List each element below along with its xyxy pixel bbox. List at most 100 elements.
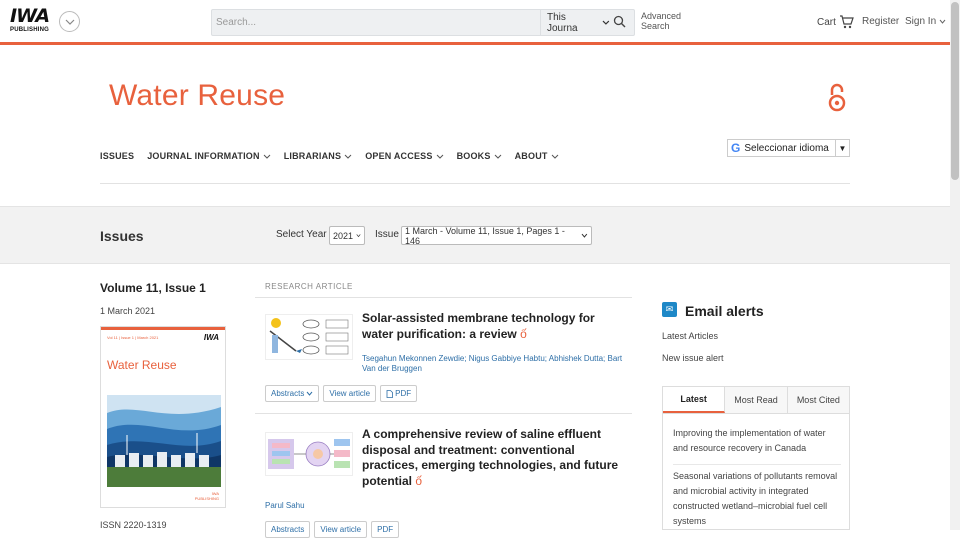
sign-in-label: Sign In (905, 16, 937, 27)
latest-articles-alert-link[interactable]: Latest Articles (662, 331, 718, 341)
issue-label: Issue (375, 229, 399, 240)
cart-label: Cart (817, 16, 836, 28)
language-select[interactable]: G Seleccionar idioma ▼ (727, 139, 850, 157)
dropdown-arrow-icon: ▼ (835, 140, 849, 156)
article-divider (255, 297, 632, 298)
chevron-down-icon (551, 154, 558, 159)
view-article-button[interactable]: View article (323, 385, 377, 402)
search-button[interactable] (613, 15, 628, 30)
chevron-down-icon (306, 391, 313, 396)
nav-item-journal-information[interactable]: JOURNAL INFORMATION (147, 151, 271, 161)
search-bar: This Journa (211, 9, 635, 36)
view-article-label: View article (329, 389, 371, 398)
latest-article-link[interactable]: Improving the implementation of water an… (673, 426, 841, 456)
advanced-search-link[interactable]: Advanced Search (641, 11, 681, 31)
issue-select[interactable]: 1 March - Volume 11, Issue 1, Pages 1 - … (401, 225, 592, 246)
nav-item-issues[interactable]: ISSUES (100, 151, 134, 161)
nav-label: BOOKS (456, 151, 491, 161)
tab-most-read[interactable]: Most Read (725, 387, 788, 413)
chevron-down-icon (263, 154, 271, 159)
iwa-logo[interactable]: IWA PUBLISHING (10, 7, 50, 35)
nav-label: ISSUES (100, 151, 135, 161)
nav-item-open-access[interactable]: OPEN ACCESS (365, 151, 443, 161)
article-actions: Abstracts View article PDF (265, 385, 418, 402)
open-access-icon: ố (415, 473, 423, 488)
search-scope-select[interactable]: This Journa (540, 10, 610, 35)
chevron-down-icon (494, 154, 501, 159)
nav-divider (100, 183, 850, 184)
volume-heading: Volume 11, Issue 1 (100, 281, 206, 295)
chevron-down-icon (65, 19, 74, 25)
article-graphic (268, 439, 350, 469)
article-title: Solar-assisted membrane technology for w… (362, 311, 595, 341)
article-thumbnail[interactable] (265, 314, 353, 360)
latest-articles-panel: Improving the implementation of water an… (662, 414, 850, 530)
article-title-link[interactable]: A comprehensive review of saline effluen… (362, 427, 624, 489)
page-scrollbar[interactable] (950, 0, 960, 530)
pdf-label: PDF (395, 389, 412, 398)
nav-item-books[interactable]: BOOKS (457, 151, 502, 161)
journal-title[interactable]: Water Reuse (109, 79, 285, 113)
search-input[interactable] (216, 13, 536, 32)
pdf-icon (386, 389, 394, 398)
article-authors[interactable]: Parul Sahu (265, 501, 385, 511)
select-year-label: Select Year (276, 229, 327, 240)
chevron-down-icon (939, 19, 946, 24)
google-icon: G (731, 141, 741, 155)
logo-mark: IWA (10, 5, 50, 27)
cover-artwork (107, 395, 221, 487)
cover-footer: IWA PUBLISHING (194, 491, 219, 501)
issn: ISSN 2220-1319 (100, 520, 167, 530)
cart-link[interactable]: Cart (817, 15, 854, 29)
nav-label: OPEN ACCESS (365, 151, 433, 161)
advanced-search-line2: Search (641, 21, 670, 31)
issues-bar: Issues Select Year 2021 Issue 1 March - … (0, 206, 950, 264)
open-access-icon (828, 83, 846, 118)
scrollbar-thumb[interactable] (951, 2, 959, 180)
expand-menu-button[interactable] (59, 11, 80, 32)
nav-item-librarians[interactable]: LIBRARIANS (284, 151, 353, 161)
search-scope-value: This Journa (547, 11, 578, 34)
article-divider (255, 413, 632, 414)
open-access-icon: ố (520, 326, 527, 341)
abstracts-button[interactable]: Abstracts (265, 385, 320, 402)
cart-icon (839, 15, 854, 29)
section-label: RESEARCH ARTICLE (265, 282, 353, 291)
list-divider (673, 464, 841, 465)
new-issue-alert-link[interactable]: New issue alert (662, 353, 724, 363)
article-tabs: Latest Most Read Most Cited (662, 386, 850, 414)
email-alerts-heading: Email alerts (685, 303, 764, 319)
chevron-down-icon (436, 154, 443, 159)
nav-item-about[interactable]: ABOUT (515, 151, 559, 161)
advanced-search-line1: Advanced (641, 11, 682, 21)
logo-subtitle: PUBLISHING (10, 27, 50, 33)
cover-meta: Vol 11 | Issue 1 | March 2021 (107, 335, 159, 340)
article-graphic (269, 318, 349, 355)
chevron-down-icon (581, 233, 588, 238)
nav-label: ABOUT (514, 151, 548, 161)
tab-most-cited[interactable]: Most Cited (787, 387, 849, 413)
pdf-button[interactable]: PDF (380, 385, 418, 402)
cover-logo: IWA (203, 333, 219, 342)
article-title: A comprehensive review of saline effluen… (362, 427, 619, 488)
issues-heading: Issues (100, 228, 144, 244)
chevron-down-icon (356, 234, 361, 238)
sign-in-link[interactable]: Sign In (905, 16, 946, 27)
article-thumbnail[interactable] (265, 432, 353, 476)
cover-accent-bar (101, 327, 225, 330)
article-authors[interactable]: Tsegahun Mekonnen Zewdie; Nigus Gabbiye … (362, 354, 624, 374)
email-icon: ✉ (662, 302, 677, 317)
top-bar: IWA PUBLISHING This Journa Advanced Sear… (0, 0, 950, 44)
year-value: 2021 (333, 230, 354, 241)
main-nav: ISSUES JOURNAL INFORMATION LIBRARIANS OP… (100, 151, 572, 161)
latest-article-link[interactable]: Seasonal variations of pollutants remova… (673, 469, 841, 529)
article-title-link[interactable]: Solar-assisted membrane technology for w… (362, 311, 624, 342)
issue-cover-image[interactable]: Vol 11 | Issue 1 | March 2021 IWA Water … (100, 326, 226, 508)
register-link[interactable]: Register (862, 16, 899, 27)
year-select[interactable]: 2021 (329, 226, 365, 245)
chevron-down-icon (344, 154, 352, 159)
tab-latest[interactable]: Latest (663, 387, 726, 413)
language-label: Seleccionar idioma (744, 142, 829, 154)
issue-value: 1 March - Volume 11, Issue 1, Pages 1 - … (405, 225, 565, 246)
abstracts-label: Abstracts (271, 389, 305, 398)
